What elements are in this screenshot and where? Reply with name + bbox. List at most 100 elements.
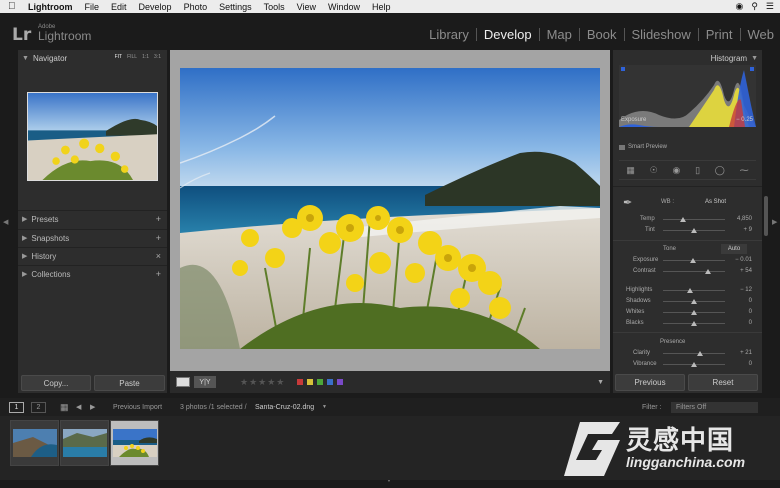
tint-slider-knob[interactable]: [691, 228, 697, 233]
filmstrip-thumbnail-selected[interactable]: [110, 420, 159, 466]
temp-slider-knob[interactable]: [680, 217, 686, 222]
clear-history-icon[interactable]: ×: [156, 251, 161, 261]
add-snapshot-icon[interactable]: +: [156, 233, 161, 243]
tone-slider-knob[interactable]: [691, 310, 697, 315]
module-map[interactable]: Map: [540, 28, 580, 41]
color-label-purple[interactable]: [337, 379, 344, 385]
module-book[interactable]: Book: [580, 28, 625, 41]
zoom-fit[interactable]: FIT: [115, 54, 123, 60]
cc-icon[interactable]: ◉: [735, 1, 743, 12]
before-after-button[interactable]: Y|Y: [194, 376, 216, 388]
red-eye-icon[interactable]: ◉: [672, 165, 680, 176]
tone-value[interactable]: 0: [749, 320, 752, 326]
wb-select[interactable]: As Shot: [705, 199, 726, 205]
tint-value[interactable]: + 9: [743, 227, 752, 233]
filmstrip-filename[interactable]: Santa-Cruz-02.dng: [255, 404, 314, 411]
crop-overlay-icon[interactable]: ▦: [626, 165, 635, 176]
spot-removal-icon[interactable]: ☉: [650, 165, 658, 176]
menu-window[interactable]: Window: [322, 2, 366, 12]
tone-slider-knob[interactable]: [691, 299, 697, 304]
presets-section[interactable]: ▶ Presets +: [18, 210, 167, 227]
menu-help[interactable]: Help: [366, 2, 397, 12]
filmstrip-source[interactable]: Previous Import: [113, 404, 162, 411]
main-photo[interactable]: [180, 68, 600, 349]
module-library[interactable]: Library: [422, 28, 477, 41]
apple-icon[interactable]: : [8, 1, 22, 12]
presence-slider-track[interactable]: [663, 353, 725, 354]
histogram[interactable]: Exposure − 0.25: [619, 65, 756, 127]
tone-slider-knob[interactable]: [704, 269, 711, 274]
wb-eyedropper-icon[interactable]: ✒: [623, 196, 632, 209]
tone-value[interactable]: 0: [749, 309, 752, 315]
screen-2-button[interactable]: 2: [31, 401, 46, 413]
module-web[interactable]: Web: [741, 28, 775, 41]
tone-value[interactable]: + 54: [740, 268, 752, 274]
rating-stars[interactable]: ★★★★★: [240, 377, 285, 388]
tone-slider-knob[interactable]: [687, 288, 694, 293]
color-label-green[interactable]: [317, 379, 324, 385]
add-preset-icon[interactable]: +: [156, 214, 161, 224]
adjustment-brush-icon[interactable]: ⁓: [740, 165, 749, 176]
tone-slider-knob[interactable]: [691, 321, 697, 326]
filmstrip-thumbnail[interactable]: [60, 420, 109, 466]
right-panel-toggle-icon[interactable]: ▶: [772, 218, 777, 226]
presence-slider-knob[interactable]: [697, 351, 704, 356]
paste-button[interactable]: Paste: [94, 375, 165, 391]
previous-button[interactable]: Previous: [615, 374, 685, 391]
left-panel-toggle-icon[interactable]: ◀: [3, 218, 8, 226]
snapshots-section[interactable]: ▶ Snapshots +: [18, 229, 167, 246]
add-collection-icon[interactable]: +: [156, 269, 161, 279]
search-icon[interactable]: ⚲: [751, 1, 758, 12]
menu-list-icon[interactable]: ☰: [766, 1, 774, 12]
tone-slider-track[interactable]: [663, 271, 725, 272]
module-develop[interactable]: Develop: [477, 28, 540, 41]
filmstrip-thumbnail[interactable]: [10, 420, 59, 466]
filename-dropdown-icon[interactable]: ▼: [322, 404, 327, 410]
filter-select[interactable]: Filters Off: [671, 401, 758, 413]
presence-value[interactable]: + 21: [740, 350, 752, 356]
zoom-1-1[interactable]: 1:1: [142, 54, 149, 60]
menu-settings[interactable]: Settings: [213, 2, 258, 12]
graduated-filter-icon[interactable]: ▯: [695, 165, 700, 176]
menu-lightroom[interactable]: Lightroom: [22, 2, 79, 12]
forward-arrow-icon[interactable]: ▶: [90, 403, 95, 411]
grid-icon[interactable]: ▦: [60, 402, 69, 413]
right-panel-scrollbar[interactable]: [764, 196, 768, 236]
tone-slider-track[interactable]: [663, 290, 725, 291]
reset-button[interactable]: Reset: [688, 374, 758, 391]
presence-value[interactable]: 0: [749, 361, 752, 367]
back-arrow-icon[interactable]: ◀: [76, 403, 81, 411]
smart-preview[interactable]: Smart Preview: [619, 144, 667, 150]
loupe-view-icon[interactable]: [176, 377, 190, 387]
tone-value[interactable]: − 12: [740, 287, 752, 293]
history-section[interactable]: ▶ History ×: [18, 247, 167, 264]
color-label-blue[interactable]: [327, 379, 334, 385]
tone-value[interactable]: 0: [749, 298, 752, 304]
screen-1-button[interactable]: 1: [9, 401, 24, 413]
menu-photo[interactable]: Photo: [178, 2, 214, 12]
zoom-3-1[interactable]: 3:1: [154, 54, 161, 60]
toolbar-options-icon[interactable]: ▼: [597, 379, 604, 386]
temp-slider-track[interactable]: [663, 219, 725, 220]
menu-view[interactable]: View: [291, 2, 322, 12]
collections-section[interactable]: ▶ Collections +: [18, 265, 167, 282]
color-label-yellow[interactable]: [307, 379, 314, 385]
copy-button[interactable]: Copy...: [21, 375, 91, 391]
menu-tools[interactable]: Tools: [258, 2, 291, 12]
presence-slider-knob[interactable]: [691, 362, 697, 367]
zoom-fill[interactable]: FILL: [127, 54, 137, 60]
menu-develop[interactable]: Develop: [133, 2, 178, 12]
navigator-header[interactable]: ▼ Navigator FIT FILL 1:1 3:1: [18, 50, 167, 66]
module-print[interactable]: Print: [699, 28, 741, 41]
tone-value[interactable]: − 0.01: [735, 257, 752, 263]
radial-filter-icon[interactable]: ◯: [715, 165, 725, 176]
module-slideshow[interactable]: Slideshow: [625, 28, 699, 41]
navigator-preview[interactable]: [27, 92, 158, 181]
tone-slider-knob[interactable]: [690, 258, 697, 263]
histogram-header[interactable]: Histogram ▼: [613, 50, 762, 66]
menu-edit[interactable]: Edit: [105, 2, 133, 12]
menu-file[interactable]: File: [79, 2, 106, 12]
temp-value[interactable]: 4,850: [737, 216, 752, 222]
color-label-red[interactable]: [297, 379, 304, 385]
auto-tone-button[interactable]: Auto: [721, 244, 747, 254]
